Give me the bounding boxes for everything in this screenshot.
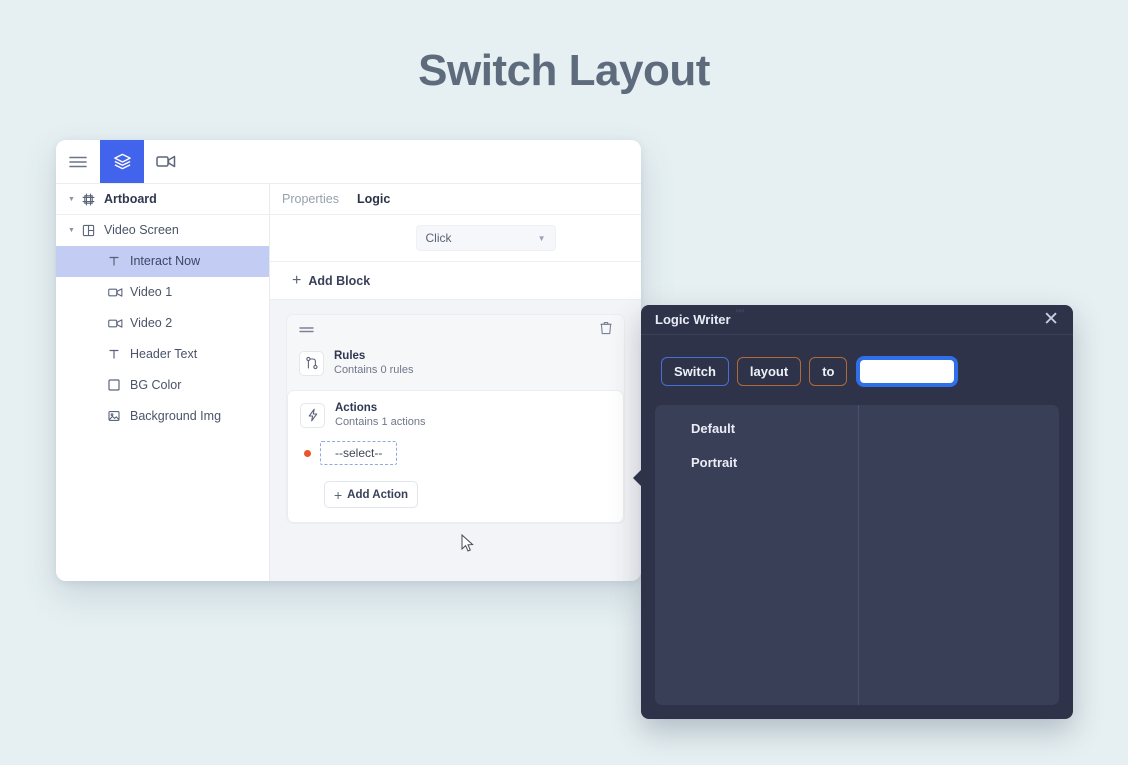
logic-writer-modal: Logic Writer "" ✕ Switch layout to Defau…	[641, 305, 1073, 719]
options-detail-column	[859, 405, 1059, 705]
modal-body: Switch layout to Default Portrait	[641, 335, 1073, 719]
tab-logic[interactable]: Logic	[357, 192, 390, 206]
modal-title-wrap: Logic Writer ""	[655, 308, 745, 327]
app-window: ▼ Artboard ▼ Video Screen Interact Now V…	[56, 140, 641, 581]
text-icon	[108, 348, 130, 360]
sidebar-item-bg-color[interactable]: ▼ BG Color	[56, 370, 269, 401]
sidebar-item-header-text[interactable]: ▼ Header Text	[56, 339, 269, 370]
actions-card: Actions Contains 1 actions --select-- +	[287, 389, 624, 524]
hamburger-menu-icon	[69, 155, 87, 169]
value-input-wrap	[857, 357, 958, 386]
add-action-button[interactable]: + Add Action	[324, 481, 418, 509]
sidebar-item-label: Background Img	[130, 409, 222, 423]
lightning-bolt-icon	[300, 402, 325, 428]
sidebar-item-video-1[interactable]: ▼ Video 1	[56, 277, 269, 308]
rules-subtitle: Contains 0 rules	[334, 364, 414, 377]
hamburger-menu-button[interactable]	[56, 140, 100, 183]
actions-row[interactable]: Actions Contains 1 actions	[300, 401, 611, 430]
blocks-area: Rules Contains 0 rules Actions Contains …	[270, 300, 641, 581]
modal-title: Logic Writer	[655, 312, 731, 327]
add-block-button[interactable]: + Add Block	[270, 262, 641, 300]
actions-title: Actions	[335, 401, 378, 414]
tab-properties[interactable]: Properties	[282, 192, 339, 206]
screen: Switch Layout ▼ Artboard ▼ Video Screen …	[0, 0, 1128, 765]
video-button[interactable]	[144, 140, 188, 183]
app-toolbar	[56, 140, 641, 184]
mouse-pointer-icon	[461, 533, 475, 554]
quote-mark: ""	[735, 308, 744, 320]
token-layout[interactable]: layout	[736, 357, 802, 386]
properties-panel: Properties Logic Click ▼ + Add Block Rul…	[270, 184, 641, 581]
rules-branch-icon	[299, 350, 324, 376]
actions-subtitle: Contains 1 actions	[335, 416, 426, 429]
sidebar-item-label: Artboard	[104, 192, 157, 206]
screen-layout-icon	[82, 224, 104, 237]
chevron-down-icon[interactable]: ▼	[68, 227, 82, 234]
video-camera-icon	[156, 154, 176, 169]
add-action-label: Add Action	[347, 488, 409, 501]
action-status-dot	[304, 449, 311, 457]
expression-tokens: Switch layout to	[661, 357, 1059, 386]
layers-icon	[113, 152, 132, 171]
square-icon	[108, 379, 130, 391]
sidebar-item-label: Video 2	[130, 316, 173, 330]
value-input[interactable]	[860, 360, 955, 383]
sidebar-item-video-2[interactable]: ▼ Video 2	[56, 308, 269, 339]
sidebar-item-video-screen[interactable]: ▼ Video Screen	[56, 215, 269, 246]
sidebar-item-label: Header Text	[130, 347, 198, 361]
token-switch[interactable]: Switch	[661, 357, 729, 386]
rules-row[interactable]: Rules Contains 0 rules	[287, 345, 624, 390]
action-select[interactable]: --select--	[320, 441, 398, 466]
sidebar-item-background-img[interactable]: ▼ Background Img	[56, 401, 269, 432]
trigger-row: Click ▼	[270, 215, 641, 262]
option-default[interactable]: Default	[691, 421, 858, 436]
layers-button[interactable]	[100, 140, 144, 183]
image-icon	[108, 410, 130, 422]
trash-icon[interactable]	[600, 321, 612, 340]
chevron-down-icon: ▼	[537, 233, 546, 243]
video-camera-icon	[108, 287, 130, 298]
plus-icon: +	[333, 486, 343, 503]
options-list: Default Portrait	[655, 405, 860, 705]
video-camera-icon	[108, 318, 130, 329]
modal-header: Logic Writer "" ✕	[641, 305, 1073, 335]
sidebar-item-label: Video 1	[130, 285, 173, 299]
option-portrait[interactable]: Portrait	[691, 455, 858, 470]
app-body: ▼ Artboard ▼ Video Screen Interact Now V…	[56, 184, 641, 581]
sidebar-item-label: BG Color	[130, 378, 182, 392]
token-to[interactable]: to	[809, 357, 848, 386]
rules-title: Rules	[334, 350, 366, 362]
block-header	[287, 315, 624, 345]
drag-handle-icon[interactable]	[299, 321, 314, 339]
plus-icon: +	[292, 271, 302, 289]
sidebar-item-label: Video Screen	[104, 223, 179, 237]
trigger-select[interactable]: Click ▼	[415, 225, 556, 251]
options-panel: Default Portrait	[655, 405, 1059, 705]
sidebar-item-interact-now[interactable]: ▼ Interact Now	[56, 246, 269, 277]
chevron-down-icon[interactable]: ▼	[68, 196, 82, 203]
trigger-select-value: Click	[425, 231, 452, 245]
layers-panel: ▼ Artboard ▼ Video Screen Interact Now V…	[56, 184, 270, 581]
sidebar-item-label: Interact Now	[130, 254, 201, 268]
artboard-icon	[82, 193, 104, 206]
action-slot: --select--	[300, 441, 611, 466]
panel-tabs: Properties Logic	[270, 184, 641, 215]
sidebar-item-artboard[interactable]: ▼ Artboard	[56, 184, 269, 215]
add-block-label: Add Block	[308, 273, 371, 288]
text-icon	[108, 255, 130, 267]
close-icon[interactable]: ✕	[1043, 310, 1059, 329]
logic-block-card: Rules Contains 0 rules Actions Contains …	[286, 314, 625, 525]
page-title: Switch Layout	[418, 46, 710, 95]
